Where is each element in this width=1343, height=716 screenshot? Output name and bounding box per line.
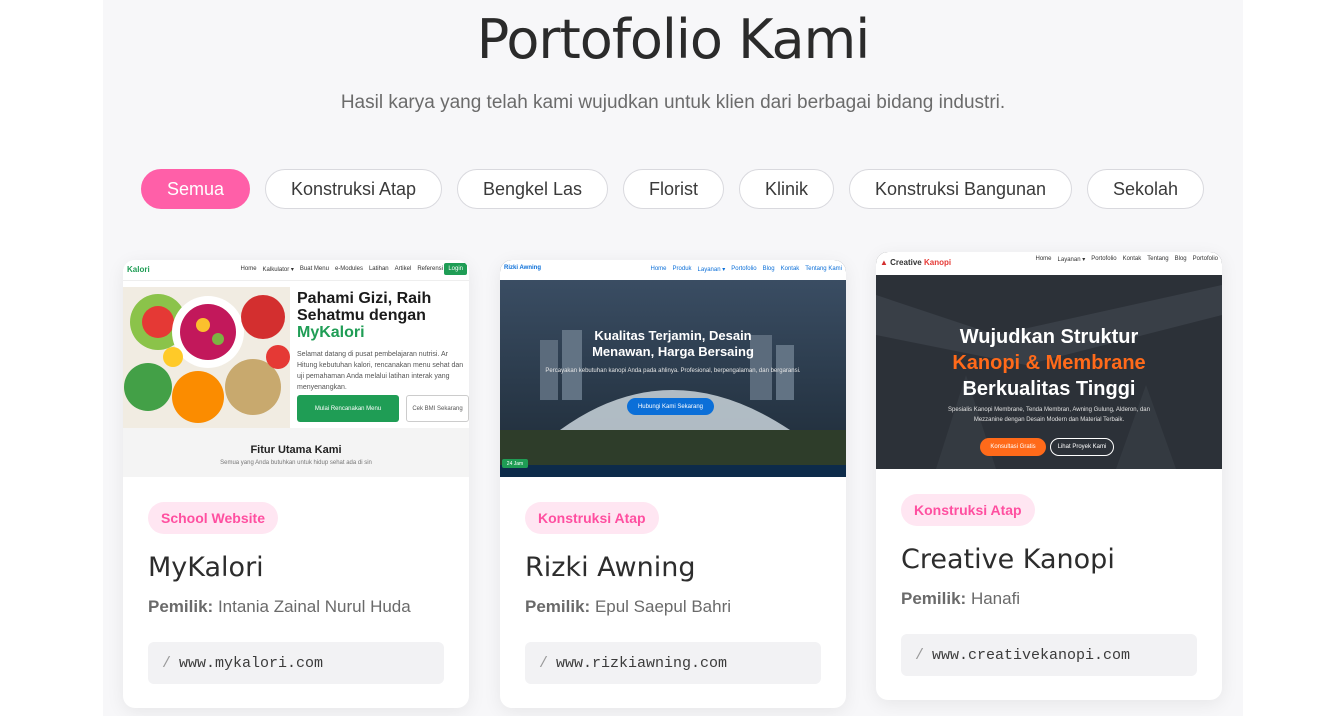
portfolio-card-mykalori[interactable]: Kalori Home Kalkulator ▾ Buat Menu e-Mod… [123,260,469,708]
thumb-nav-link: Kalkulator ▾ [262,267,294,273]
filter-konstruksi-atap[interactable]: Konstruksi Atap [265,169,442,209]
card-thumbnail[interactable]: Kalori Home Kalkulator ▾ Buat Menu e-Mod… [123,260,469,477]
thumb-nav: Rizki Awning Home Produk Layanan ▾ Porto… [500,260,846,281]
card-owner: Pemilik: Epul Saepul Bahri [525,597,732,616]
card-title: MyKalori [148,552,264,583]
thumb-nav: Kalori Home Kalkulator ▾ Buat Menu e-Mod… [123,260,469,281]
thumb-nav-link: Latihan [368,266,389,272]
filter-semua[interactable]: Semua [141,169,250,209]
thumb-primary-button: Konsultasi Gratis [980,438,1046,456]
category-tag: Konstruksi Atap [525,502,659,534]
thumb-nav-link: Kontak [780,266,800,272]
portfolio-card-rizki-awning[interactable]: Rizki Awning Home Produk Layanan ▾ Porto… [500,260,846,708]
filter-sekolah[interactable]: Sekolah [1087,169,1204,209]
filter-bar: Semua Konstruksi Atap Bengkel Las Floris… [0,169,1343,211]
thumb-nav-link: Portofolio [1091,256,1117,262]
card-thumbnail[interactable]: Rizki Awning Home Produk Layanan ▾ Porto… [500,260,846,477]
card-title: Creative Kanopi [901,544,1115,575]
card-url[interactable]: / www.creativekanopi.com [901,634,1197,676]
food-bowl-image [123,287,290,428]
thumb-logo: ▲ Creative Kanopi [880,258,952,267]
thumb-hero-heading: Wujudkan Struktur Kanopi & Membrane Berk… [952,326,1146,400]
thumb-hero-text: Percayakan kebutuhan kanopi Anda pada ah… [545,368,801,374]
thumb-badge: 24 Jam [502,459,528,468]
category-tag: School Website [148,502,278,534]
thumb-nav-link: Home [240,266,257,272]
thumb-nav-link: Blog [762,266,775,272]
filter-florist[interactable]: Florist [623,169,724,209]
page-subtitle: Hasil karya yang telah kami wujudkan unt… [340,92,1006,113]
card-url[interactable]: / www.rizkiawning.com [525,642,821,684]
portfolio-card-creative-kanopi[interactable]: ▲ Creative Kanopi Home Layanan ▾ Portofo… [876,252,1222,700]
thumb-hero-text: Selamat datang di pusat pembelajaran nut… [297,351,464,391]
thumb-nav-link: Home [1035,256,1052,262]
thumb-primary-button: Hubungi Kami Sekarang [627,398,714,415]
thumb-feature-text: Semua yang Anda butuhkan untuk hidup seh… [220,460,372,466]
thumb-nav: ▲ Creative Kanopi Home Layanan ▾ Portofo… [876,252,1222,276]
thumb-nav-link: Tentang [1147,256,1169,262]
thumb-nav-link: Produk [672,266,692,272]
thumb-nav-link: Layanan ▾ [697,267,726,273]
thumb-logo: Kalori [127,265,150,274]
thumb-nav-link: Portofolio [731,266,757,272]
thumb-nav-link: e-Modules [334,266,363,272]
thumb-hero-heading: Kualitas Terjamin, Desain Menawan, Harga… [592,328,754,359]
category-tag: Konstruksi Atap [901,494,1035,526]
thumb-nav-link: Tentang Kami [805,266,842,272]
filter-bengkel-las[interactable]: Bengkel Las [457,169,608,209]
thumb-nav-link: Portofolio [1192,256,1218,262]
page-title: Portofolio Kami [476,8,871,71]
thumb-login-button: Login [444,263,467,275]
thumb-nav-link: Blog [1174,256,1187,262]
thumb-hero-text: Spesialis Kanopi Membrane, Tenda Membran… [948,407,1150,423]
filter-klinik[interactable]: Klinik [739,169,834,209]
thumb-nav-link: Buat Menu [299,266,329,272]
card-owner: Pemilik: Intania Zainal Nurul Huda [148,597,411,616]
thumb-nav-link: Home [650,266,667,272]
thumb-secondary-button: Lihat Proyek Kami [1050,438,1114,456]
thumb-nav-link: Referensi [417,266,443,272]
card-title: Rizki Awning [525,552,696,583]
thumb-secondary-button: Cek BMI Sekarang [406,395,469,422]
card-thumbnail[interactable]: ▲ Creative Kanopi Home Layanan ▾ Portofo… [876,252,1222,469]
thumb-nav-link: Layanan ▾ [1057,257,1086,263]
thumb-logo: Rizki Awning [504,265,542,271]
thumb-primary-button: Mulai Rencanakan Menu [297,395,399,422]
card-url[interactable]: / www.mykalori.com [148,642,444,684]
filter-konstruksi-bangunan[interactable]: Konstruksi Bangunan [849,169,1072,209]
thumb-hero-heading: Pahami Gizi, Raih Sehatmu dengan MyKalor… [297,290,432,341]
thumb-nav-link: Kontak [1122,256,1142,262]
thumb-feature-title: Fitur Utama Kami [250,444,342,456]
card-owner: Pemilik: Hanafi [901,589,1021,608]
canopy-photo [500,280,846,477]
thumb-nav-link: Artikel [394,266,412,272]
